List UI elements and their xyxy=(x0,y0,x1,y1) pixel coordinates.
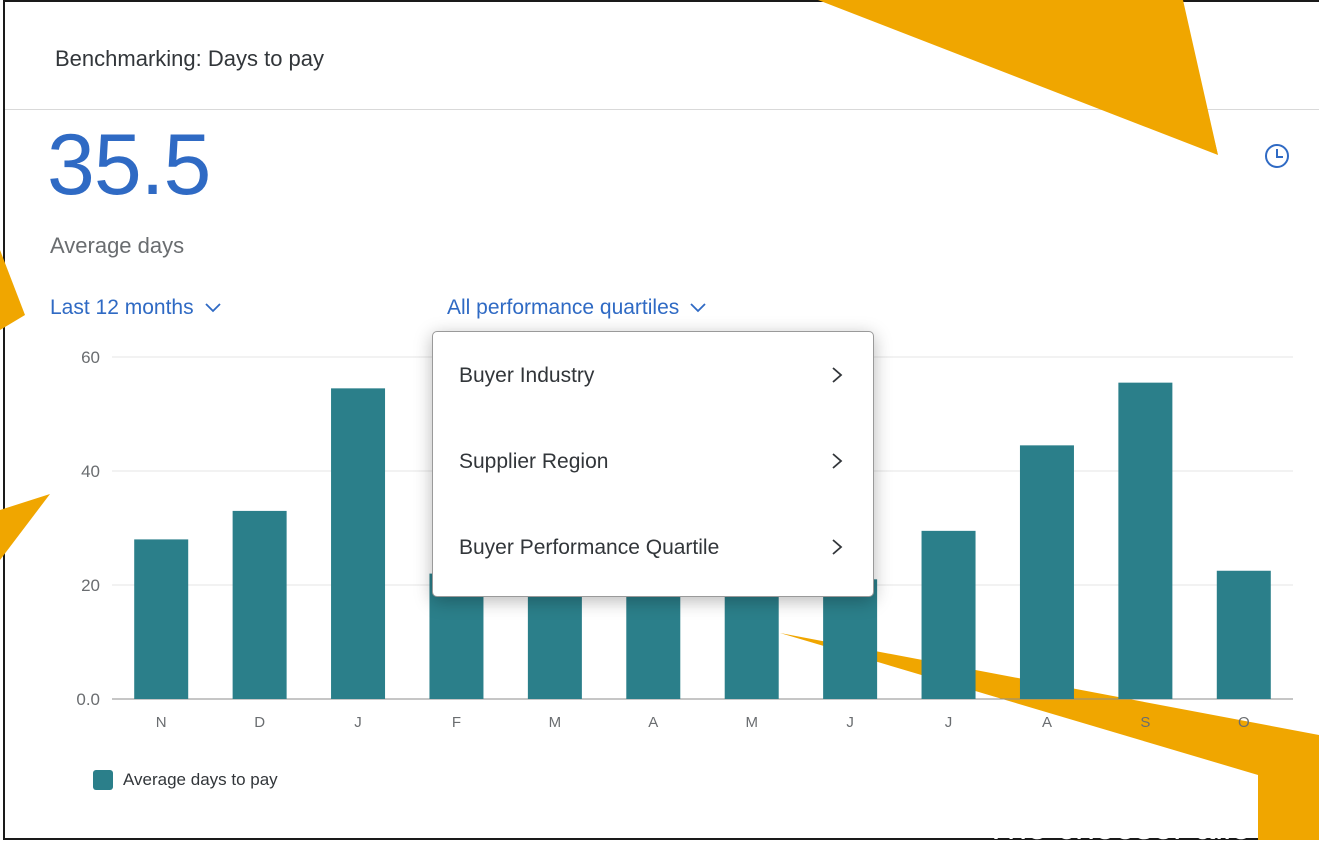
bar-0[interactable] xyxy=(134,539,189,699)
x-tick-label: M xyxy=(745,714,758,731)
quartile-dropdown-menu: Buyer Industry Supplier Region Buyer Per… xyxy=(432,331,874,597)
menu-item-buyer-industry[interactable]: Buyer Industry xyxy=(433,332,873,418)
x-tick-label: N xyxy=(156,714,167,731)
callout-arrow-left-2 xyxy=(0,494,50,560)
bar-9[interactable] xyxy=(1019,445,1074,699)
bar-8[interactable] xyxy=(921,530,976,699)
x-tick-label: J xyxy=(354,714,362,731)
y-tick-label: 0.0 xyxy=(76,690,100,709)
bar-7[interactable] xyxy=(823,579,878,699)
menu-item-buyer-performance-quartile[interactable]: Buyer Performance Quartile xyxy=(433,504,873,590)
menu-item-label: Supplier Region xyxy=(459,450,609,473)
chevron-right-icon xyxy=(832,539,843,555)
y-tick-label: 40 xyxy=(81,462,100,481)
chevron-right-icon xyxy=(832,367,843,383)
x-tick-label: O xyxy=(1238,714,1250,731)
x-tick-label: J xyxy=(945,714,953,731)
menu-item-label: Buyer Performance Quartile xyxy=(459,536,720,559)
chevron-right-icon xyxy=(832,453,843,469)
menu-item-supplier-region[interactable]: Supplier Region xyxy=(433,418,873,504)
chart-legend[interactable]: Average days to pay xyxy=(93,770,278,790)
x-tick-label: M xyxy=(549,714,562,731)
bar-11[interactable] xyxy=(1216,570,1271,699)
x-tick-label: S xyxy=(1140,714,1150,731)
legend-label: Average days to pay xyxy=(123,770,278,789)
y-tick-label: 20 xyxy=(81,576,100,595)
bar-1[interactable] xyxy=(232,510,287,699)
x-tick-label: A xyxy=(1042,714,1052,731)
x-tick-label: D xyxy=(254,714,265,731)
bar-6[interactable] xyxy=(724,579,779,699)
bar-10[interactable] xyxy=(1118,382,1173,699)
bar-4[interactable] xyxy=(527,579,582,699)
callout-arrow-left-1 xyxy=(0,250,25,330)
callout-text: The chooser allo xyxy=(985,806,1252,847)
bar-2[interactable] xyxy=(331,388,386,699)
x-tick-label: A xyxy=(648,714,658,731)
x-tick-label: F xyxy=(452,714,461,731)
y-axis-ticks: 0.0 20 40 60 xyxy=(76,348,100,709)
y-tick-label: 60 xyxy=(81,348,100,367)
x-tick-label: J xyxy=(846,714,854,731)
callout-arrow-top-wedge xyxy=(818,0,1218,155)
legend-swatch xyxy=(93,770,113,790)
bar-5[interactable] xyxy=(626,579,681,699)
menu-item-label: Buyer Industry xyxy=(459,364,595,387)
